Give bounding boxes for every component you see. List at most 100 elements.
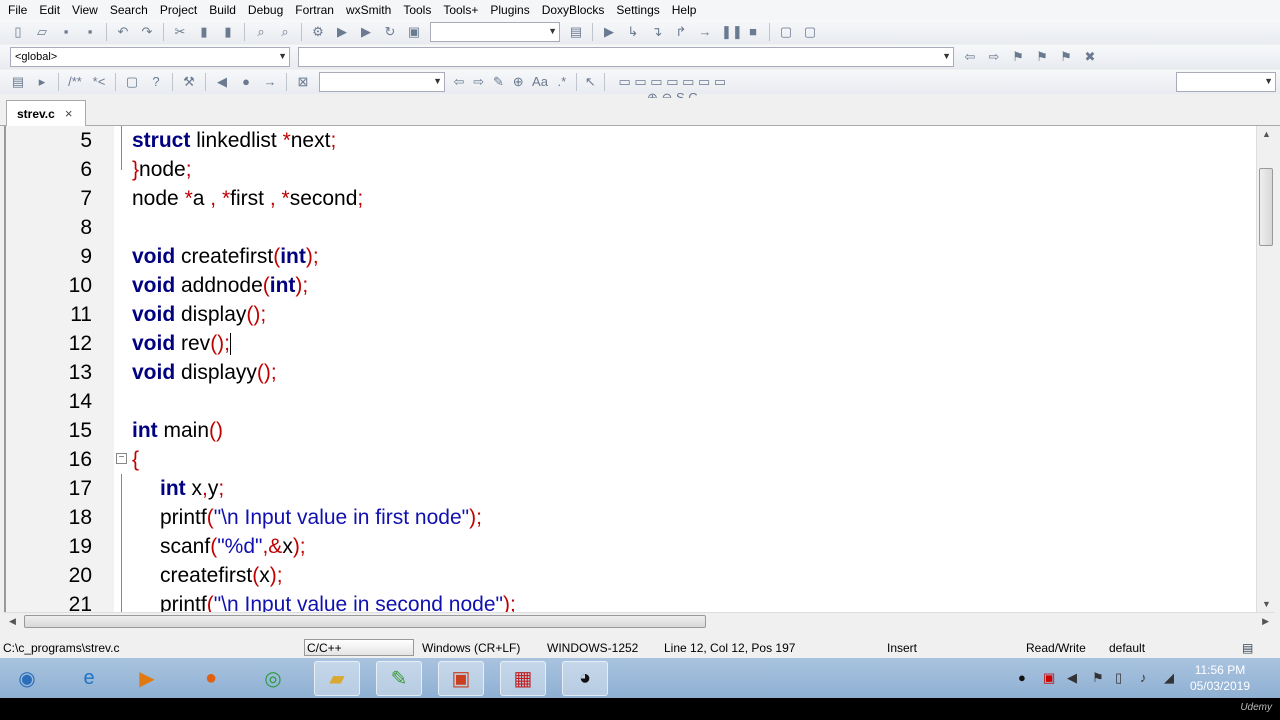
build-run-icon[interactable]: ▶ — [358, 24, 374, 40]
tray-usb-icon[interactable]: ▯ — [1115, 670, 1122, 686]
clear-bookmarks-icon[interactable]: ✖ — [1082, 49, 1098, 65]
search-combo[interactable]: ▼ — [319, 72, 446, 92]
save-all-icon[interactable]: ▪ — [82, 24, 98, 40]
code-line[interactable]: 7 node *a , *first , *second; — [6, 184, 1256, 213]
copy-icon[interactable]: ▮ — [196, 24, 212, 40]
code-line[interactable]: 6}node; — [6, 155, 1256, 184]
code-line[interactable]: 11 void display(); — [6, 300, 1256, 329]
media-player-icon[interactable]: ▶ — [124, 661, 170, 696]
step-out-icon[interactable]: ↱ — [673, 24, 689, 40]
next-bookmark-icon[interactable]: ⚑ — [1058, 49, 1074, 65]
code-line[interactable]: 8 — [6, 213, 1256, 242]
chrome-icon[interactable]: ◎ — [250, 661, 296, 696]
menu-tools[interactable]: Tools — [397, 3, 437, 17]
menu-project[interactable]: Project — [154, 3, 203, 17]
menu-edit[interactable]: Edit — [33, 3, 66, 17]
tray-obs-icon[interactable]: ● — [1018, 670, 1026, 685]
clear-icon[interactable]: ⊠ — [295, 74, 311, 90]
code-editor[interactable]: 5 struct linkedlist *next; 6}node; 7 node *a… — [4, 126, 1256, 612]
symbol-combo[interactable]: ▼ — [298, 47, 954, 67]
prev-icon[interactable]: ◀ — [214, 74, 230, 90]
vertical-scroll-thumb[interactable] — [1259, 168, 1273, 246]
cut-icon[interactable]: ✂ — [172, 24, 188, 40]
tab-strev-c[interactable]: strev.c × — [6, 100, 86, 126]
codeblocks-icon[interactable]: ✎ — [376, 661, 422, 696]
arrow-left-icon[interactable]: ⇦ — [453, 74, 465, 90]
scroll-left-icon[interactable]: ◀ — [9, 616, 16, 627]
tray-network-icon[interactable]: ◢ — [1164, 670, 1174, 686]
dot-icon[interactable]: ● — [238, 74, 254, 90]
obs-icon[interactable]: ◕ — [562, 661, 608, 696]
shapes-icon[interactable]: ▭ ▭ ▭ ▭ ▭ ▭ ▭ ⊕ ⊖ S C — [613, 74, 732, 105]
jump-forward-icon[interactable]: ⇨ — [986, 49, 1002, 65]
highlight-icon[interactable]: ✎ — [493, 74, 505, 90]
status-language[interactable]: C/C++ — [304, 639, 414, 656]
replace-icon[interactable]: ⌕ — [277, 24, 293, 40]
match-case-icon[interactable]: Aa — [532, 74, 548, 90]
doxy-chm-icon[interactable]: ? — [148, 74, 164, 90]
rebuild-icon[interactable]: ↻ — [382, 24, 398, 40]
doxy-html-icon[interactable]: ▢ — [124, 74, 140, 90]
step-icon[interactable]: ↴ — [649, 24, 665, 40]
scroll-up-icon[interactable]: ▲ — [1262, 129, 1271, 139]
tray-volume-icon[interactable]: ◀ — [1067, 670, 1077, 686]
horizontal-scrollbar[interactable]: ◀ ▶ — [4, 612, 1274, 629]
scroll-right-icon[interactable]: ▶ — [1262, 616, 1269, 627]
code-line[interactable]: 14 — [6, 387, 1256, 416]
step-into-icon[interactable]: ↳ — [625, 24, 641, 40]
debug-target-icon[interactable]: ▤ — [568, 24, 584, 40]
menu-tools[interactable]: Tools+ — [437, 3, 484, 17]
debug-windows-icon[interactable]: ▢ — [778, 24, 794, 40]
arrow-right-icon[interactable]: ⇨ — [473, 74, 485, 90]
doxy-extract-icon[interactable]: ▸ — [34, 74, 50, 90]
code-line[interactable]: 15 int main() — [6, 416, 1256, 445]
tray-flag-icon[interactable]: ⚑ — [1092, 670, 1104, 686]
pointer-icon[interactable]: ↖ — [584, 74, 596, 90]
regex-icon[interactable]: .* — [556, 74, 568, 90]
menu-wxsmith[interactable]: wxSmith — [340, 3, 397, 17]
fold-toggle-icon[interactable]: − — [116, 453, 127, 464]
vertical-scrollbar[interactable]: ▲ ▼ — [1256, 126, 1274, 612]
menu-build[interactable]: Build — [203, 3, 242, 17]
menu-view[interactable]: View — [66, 3, 104, 17]
doxy-wizard-icon[interactable]: ▤ — [10, 74, 26, 90]
scroll-down-icon[interactable]: ▼ — [1262, 599, 1271, 609]
jump-back-icon[interactable]: ⇦ — [962, 49, 978, 65]
internet-explorer-icon[interactable]: e — [66, 661, 112, 696]
run-icon[interactable]: ▶ — [334, 24, 350, 40]
comment-line-icon[interactable]: *< — [91, 74, 107, 90]
abort-icon[interactable]: ▣ — [406, 24, 422, 40]
code-line[interactable]: 18 printf("\n Input value in first node")… — [6, 503, 1256, 532]
wrench-icon[interactable]: ⚒ — [181, 74, 197, 90]
redo-icon[interactable]: ↷ — [139, 24, 155, 40]
prev-bookmark-icon[interactable]: ⚑ — [1034, 49, 1050, 65]
stop-icon[interactable]: ■ — [745, 24, 761, 40]
code-line[interactable]: 9 void createfirst(int); — [6, 242, 1256, 271]
tray-speaker-icon[interactable]: ♪ — [1140, 670, 1147, 685]
clock[interactable]: 11:56 PM 05/03/2019 — [1190, 662, 1250, 694]
menu-plugins[interactable]: Plugins — [484, 3, 535, 17]
code-line[interactable]: 17 int x,y; — [6, 474, 1256, 503]
build-target-combo[interactable]: ▼ — [430, 22, 560, 42]
find-icon[interactable]: ⌕ — [253, 24, 269, 40]
new-file-icon[interactable]: ▯ — [10, 24, 26, 40]
code-line[interactable]: 20 createfirst(x); — [6, 561, 1256, 590]
start-icon[interactable]: ◉ — [4, 661, 50, 696]
menu-settings[interactable]: Settings — [610, 3, 665, 17]
build-gear-icon[interactable]: ⚙ — [310, 24, 326, 40]
code-line[interactable]: 16 −{ — [6, 445, 1256, 474]
firefox-icon[interactable]: ● — [188, 661, 234, 696]
bookmark-icon[interactable]: ⚑ — [1010, 49, 1026, 65]
code-line[interactable]: 5 struct linkedlist *next; — [6, 126, 1256, 155]
colorful-app-icon[interactable]: ▦ — [500, 661, 546, 696]
menu-help[interactable]: Help — [666, 3, 703, 17]
info-icon[interactable]: ▢ — [802, 24, 818, 40]
close-icon[interactable]: × — [65, 106, 73, 121]
menu-debug[interactable]: Debug — [242, 3, 289, 17]
horizontal-scroll-thumb[interactable] — [24, 615, 706, 628]
debug-run-icon[interactable]: ▶ — [601, 24, 617, 40]
regex-combo[interactable]: ▼ — [1175, 72, 1276, 92]
menu-file[interactable]: File — [2, 3, 33, 17]
next-icon[interactable]: → — [262, 74, 278, 90]
menu-fortran[interactable]: Fortran — [289, 3, 340, 17]
